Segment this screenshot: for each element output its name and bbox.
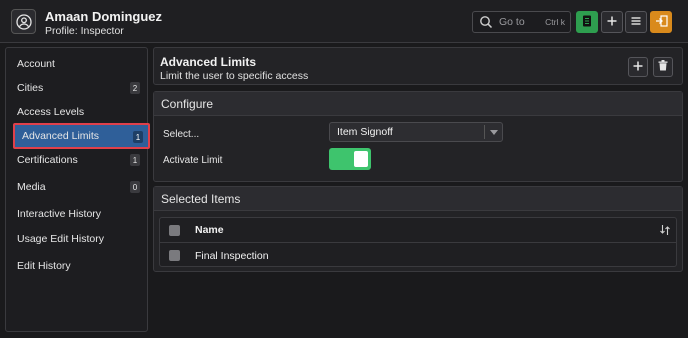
- row-checkbox[interactable]: [169, 250, 180, 261]
- sidebar-item-label: Advanced Limits: [22, 130, 100, 142]
- select-value: Item Signoff: [337, 126, 393, 138]
- user-circle-icon[interactable]: [11, 9, 36, 34]
- sidebar-item-edit-history[interactable]: Edit History: [10, 255, 145, 277]
- activate-limit-toggle[interactable]: [329, 148, 371, 170]
- select-all-checkbox[interactable]: [169, 224, 180, 236]
- search-shortcut: Ctrl k: [545, 17, 565, 27]
- table-header-row: Name: [160, 218, 676, 243]
- limit-type-select[interactable]: Item Signoff: [329, 122, 503, 142]
- sidebar-item-media[interactable]: Media 0: [10, 176, 145, 198]
- sidebar-item-label: Usage Edit History: [17, 233, 104, 245]
- document-button[interactable]: [576, 11, 598, 33]
- chevron-down-icon: [484, 125, 502, 139]
- column-header-name[interactable]: Name: [195, 224, 224, 236]
- configure-heading: Configure: [154, 92, 682, 116]
- page-subtitle: Limit the user to specific access: [160, 70, 309, 82]
- sidebar-item-advanced-limits[interactable]: Advanced Limits 1: [13, 123, 150, 149]
- add-limit-button[interactable]: [628, 57, 648, 77]
- count-badge: 2: [130, 82, 140, 94]
- search-placeholder: Go to: [499, 16, 525, 28]
- menu-icon: [631, 16, 641, 29]
- search-icon: [479, 15, 493, 29]
- table-cell-name: Final Inspection: [195, 249, 269, 262]
- sidebar-item-access-levels[interactable]: Access Levels: [10, 101, 145, 123]
- add-button[interactable]: [601, 11, 623, 33]
- trash-icon: [658, 60, 668, 74]
- configure-panel: Configure Select... Item Signoff Activat…: [153, 91, 683, 182]
- sidebar-item-label: Media: [17, 181, 46, 193]
- toggle-knob: [354, 151, 368, 167]
- selected-items-heading: Selected Items: [154, 187, 682, 211]
- count-badge: 1: [130, 154, 140, 166]
- sidebar-item-label: Access Levels: [17, 106, 85, 118]
- user-profile: Profile: Inspector: [45, 25, 124, 37]
- sidebar-item-cities[interactable]: Cities 2: [10, 77, 145, 99]
- select-label: Select...: [163, 129, 200, 140]
- menu-button[interactable]: [625, 11, 647, 33]
- search-input[interactable]: Go to Ctrl k: [472, 11, 571, 33]
- user-name: Amaan Dominguez: [45, 9, 163, 24]
- count-badge: 1: [133, 131, 143, 143]
- sidebar-item-interactive-history[interactable]: Interactive History: [10, 203, 145, 225]
- switch-user-icon: [655, 14, 668, 30]
- sidebar-item-label: Cities: [17, 82, 44, 94]
- sidebar-item-certifications[interactable]: Certifications 1: [10, 149, 145, 171]
- sidebar: Account Cities 2 Access Levels Advanced …: [5, 47, 150, 332]
- plus-icon: [633, 61, 643, 74]
- plus-icon: [607, 16, 617, 29]
- sidebar-item-usage-edit-history[interactable]: Usage Edit History: [10, 228, 145, 250]
- sidebar-item-label: Edit History: [17, 260, 71, 272]
- switch-user-button[interactable]: [650, 11, 672, 33]
- delete-limit-button[interactable]: [653, 57, 673, 77]
- sidebar-item-label: Account: [17, 58, 55, 70]
- sidebar-item-label: Certifications: [17, 154, 78, 166]
- selected-items-panel: Selected Items Name Final Inspection: [153, 186, 683, 272]
- sidebar-item-label: Interactive History: [17, 208, 102, 220]
- page-header-panel: Advanced Limits Limit the user to specif…: [153, 47, 683, 85]
- selected-items-table: Name Final Inspection: [159, 217, 677, 267]
- count-badge: 0: [130, 181, 140, 193]
- activate-limit-label: Activate Limit: [163, 155, 223, 166]
- table-row[interactable]: Final Inspection: [160, 243, 676, 268]
- sidebar-item-account[interactable]: Account: [10, 53, 145, 75]
- top-header: Amaan Dominguez Profile: Inspector Go to…: [0, 0, 688, 43]
- sort-icon[interactable]: [660, 225, 670, 238]
- document-icon: [582, 15, 592, 30]
- page-title: Advanced Limits: [160, 55, 257, 69]
